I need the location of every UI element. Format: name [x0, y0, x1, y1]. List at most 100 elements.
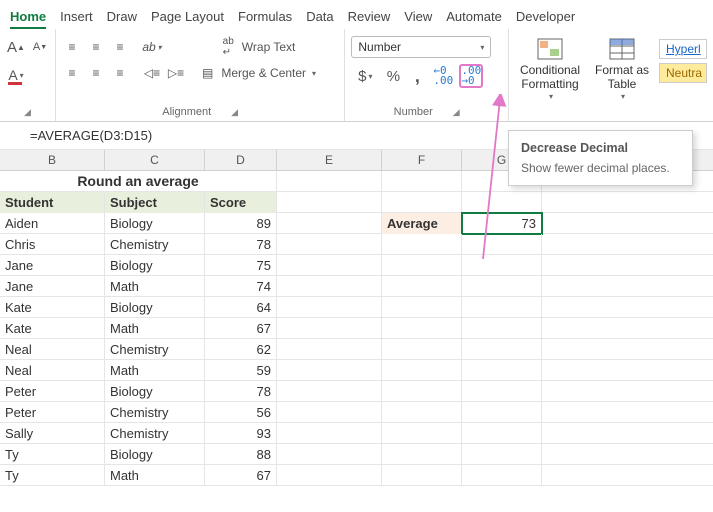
cell[interactable] — [277, 234, 382, 255]
cell-style-hyperlink[interactable]: Hyperl — [659, 39, 707, 59]
accounting-format-button[interactable]: $▾ — [351, 66, 379, 86]
subject-cell[interactable]: Math — [105, 276, 205, 297]
score-cell[interactable]: 67 — [205, 465, 277, 486]
average-label-cell[interactable]: Average — [382, 213, 462, 234]
alignment-launcher-icon[interactable]: ◢ — [231, 107, 238, 118]
score-cell[interactable]: 67 — [205, 318, 277, 339]
subject-cell[interactable]: Biology — [105, 255, 205, 276]
align-top-icon[interactable]: ≡ — [62, 37, 82, 57]
col-header-B[interactable]: B — [0, 150, 105, 170]
student-cell[interactable]: Ty — [0, 444, 105, 465]
cell[interactable] — [382, 297, 462, 318]
cell[interactable] — [277, 339, 382, 360]
subject-cell[interactable]: Biology — [105, 297, 205, 318]
student-cell[interactable]: Kate — [0, 297, 105, 318]
student-cell[interactable]: Ty — [0, 465, 105, 486]
tab-page-layout[interactable]: Page Layout — [151, 6, 224, 29]
score-cell[interactable]: 74 — [205, 276, 277, 297]
cell[interactable] — [382, 255, 462, 276]
format-as-table-button[interactable]: Format as Table▾ — [587, 33, 657, 103]
merge-center-button[interactable]: ▤ Merge & Center ▾ — [198, 63, 320, 83]
cell[interactable] — [277, 171, 382, 192]
score-cell[interactable]: 78 — [205, 381, 277, 402]
tab-formulas[interactable]: Formulas — [238, 6, 292, 29]
student-cell[interactable]: Chris — [0, 234, 105, 255]
decrease-font-icon[interactable]: A▼ — [30, 37, 50, 57]
header-student[interactable]: Student — [0, 192, 105, 213]
subject-cell[interactable]: Chemistry — [105, 234, 205, 255]
cell[interactable] — [382, 423, 462, 444]
student-cell[interactable]: Peter — [0, 381, 105, 402]
cell[interactable] — [462, 339, 542, 360]
tab-automate[interactable]: Automate — [446, 6, 502, 29]
number-launcher-icon[interactable]: ◢ — [453, 107, 460, 118]
cell[interactable] — [382, 276, 462, 297]
cell[interactable] — [462, 402, 542, 423]
score-cell[interactable]: 64 — [205, 297, 277, 318]
comma-format-button[interactable]: , — [407, 66, 427, 86]
align-center-icon[interactable]: ≡ — [86, 63, 106, 83]
increase-indent-icon[interactable]: ▷≡ — [166, 63, 186, 83]
cell[interactable] — [382, 318, 462, 339]
score-cell[interactable]: 88 — [205, 444, 277, 465]
cell[interactable] — [277, 444, 382, 465]
average-value-cell[interactable]: 73 — [462, 213, 542, 234]
cell[interactable] — [462, 192, 542, 213]
subject-cell[interactable]: Chemistry — [105, 339, 205, 360]
header-score[interactable]: Score — [205, 192, 277, 213]
tab-developer[interactable]: Developer — [516, 6, 575, 29]
student-cell[interactable]: Neal — [0, 339, 105, 360]
subject-cell[interactable]: Math — [105, 360, 205, 381]
score-cell[interactable]: 75 — [205, 255, 277, 276]
cell[interactable] — [382, 192, 462, 213]
col-header-F[interactable]: F — [382, 150, 462, 170]
cell[interactable] — [277, 213, 382, 234]
cell[interactable] — [462, 276, 542, 297]
cell[interactable] — [277, 192, 382, 213]
wrap-text-button[interactable]: ab↵ Wrap Text — [198, 37, 320, 57]
score-cell[interactable]: 78 — [205, 234, 277, 255]
cell[interactable] — [462, 318, 542, 339]
cell[interactable] — [382, 339, 462, 360]
student-cell[interactable]: Aiden — [0, 213, 105, 234]
score-cell[interactable]: 89 — [205, 213, 277, 234]
cell[interactable] — [382, 465, 462, 486]
cell[interactable] — [277, 255, 382, 276]
cell[interactable] — [277, 381, 382, 402]
align-left-icon[interactable]: ≡ — [62, 63, 82, 83]
increase-font-icon[interactable]: A▲ — [6, 37, 26, 57]
cell[interactable] — [277, 465, 382, 486]
cell[interactable] — [277, 402, 382, 423]
score-cell[interactable]: 93 — [205, 423, 277, 444]
tab-insert[interactable]: Insert — [60, 6, 93, 29]
increase-decimal-button[interactable]: ←0 .00 — [431, 64, 455, 88]
cell[interactable] — [462, 360, 542, 381]
align-bottom-icon[interactable]: ≡ — [110, 37, 130, 57]
subject-cell[interactable]: Math — [105, 465, 205, 486]
subject-cell[interactable]: Biology — [105, 381, 205, 402]
student-cell[interactable]: Kate — [0, 318, 105, 339]
tab-review[interactable]: Review — [348, 6, 391, 29]
cell[interactable] — [277, 360, 382, 381]
cell[interactable] — [277, 423, 382, 444]
student-cell[interactable]: Jane — [0, 255, 105, 276]
percent-format-button[interactable]: % — [383, 66, 403, 86]
cell[interactable] — [382, 234, 462, 255]
cell-style-neutral[interactable]: Neutra — [659, 63, 707, 83]
tab-home[interactable]: Home — [10, 6, 46, 29]
decrease-indent-icon[interactable]: ◁≡ — [142, 63, 162, 83]
cell[interactable] — [382, 402, 462, 423]
student-cell[interactable]: Sally — [0, 423, 105, 444]
cell[interactable] — [462, 297, 542, 318]
student-cell[interactable]: Peter — [0, 402, 105, 423]
orientation-icon[interactable]: ab▾ — [142, 37, 162, 57]
student-cell[interactable]: Neal — [0, 360, 105, 381]
cell[interactable] — [382, 171, 462, 192]
subject-cell[interactable]: Chemistry — [105, 423, 205, 444]
subject-cell[interactable]: Biology — [105, 444, 205, 465]
font-launcher-icon[interactable]: ◢ — [24, 107, 31, 118]
decrease-decimal-button[interactable]: .00 →0 — [459, 64, 483, 88]
cell[interactable] — [382, 444, 462, 465]
cell[interactable] — [382, 381, 462, 402]
cell[interactable] — [462, 465, 542, 486]
